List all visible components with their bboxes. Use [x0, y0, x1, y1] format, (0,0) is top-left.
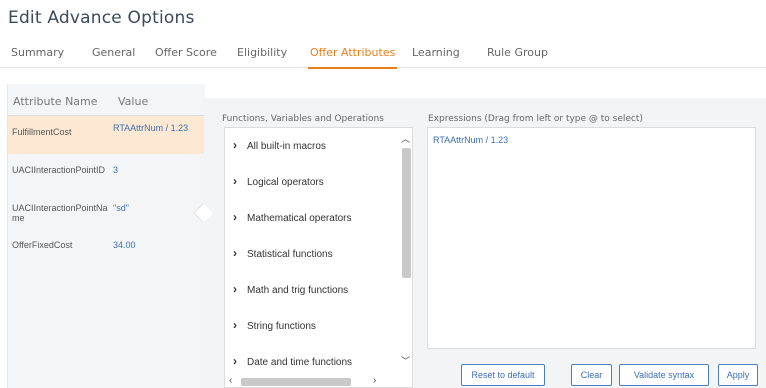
horizontal-scrollbar[interactable]: ‹ › [225, 374, 398, 387]
expressions-label: Expressions (Drag from left or type @ to… [428, 114, 643, 124]
attribute-name: OfferFixedCost [12, 240, 73, 250]
expression-value: RTAAttrNum / 1.23 [433, 135, 509, 145]
attribute-panel: Attribute Name Value FulfillmentCost RTA… [7, 84, 205, 388]
tab-learning[interactable]: Learning [412, 46, 460, 59]
functions-list: › All built-in macros › Logical operators … [224, 127, 413, 388]
chevron-right-icon: › [233, 174, 237, 188]
chevron-right-icon: › [233, 282, 237, 296]
expression-editor-panel: Functions, Variables and Operations Expr… [204, 98, 766, 388]
attribute-value: RTAAttrNum / 1.23 [113, 123, 189, 133]
value-column-header: Value [118, 95, 149, 108]
chevron-right-icon: › [233, 138, 237, 152]
tab-summary[interactable]: Summary [11, 46, 64, 59]
vertical-scrollbar[interactable]: ︿ ﹀ [398, 128, 412, 374]
chevron-right-icon: › [233, 318, 237, 332]
validate-syntax-button[interactable]: Validate syntax [619, 364, 709, 386]
attribute-row-fulfillmentcost[interactable]: FulfillmentCost RTAAttrNum / 1.23 [8, 116, 205, 154]
clear-button[interactable]: Clear [571, 364, 612, 386]
tab-rule-group[interactable]: Rule Group [487, 46, 548, 59]
page-title: Edit Advance Options [8, 8, 195, 28]
attribute-name-column-header: Attribute Name [13, 95, 98, 108]
chevron-right-icon[interactable]: › [373, 375, 376, 386]
tab-bar: Summary General Offer Score Eligibility … [0, 38, 766, 69]
chevron-right-icon: › [233, 354, 237, 368]
reset-to-default-button[interactable]: Reset to default [461, 364, 545, 386]
tab-general[interactable]: General [92, 46, 135, 59]
apply-button[interactable]: Apply [718, 364, 758, 386]
attribute-value: 3 [113, 165, 119, 175]
functions-label: Functions, Variables and Operations [222, 114, 384, 124]
function-category-logical-operators[interactable]: › Logical operators [233, 174, 324, 188]
chevron-down-icon[interactable]: ﹀ [401, 354, 410, 367]
function-category-date-and-time-functions[interactable]: › Date and time functions [233, 354, 352, 368]
attribute-name: UACIInteractionPointID [12, 165, 106, 175]
attribute-row-offerfixedcost[interactable]: OfferFixedCost 34.00 [8, 232, 205, 260]
horizontal-scroll-thumb[interactable] [241, 378, 351, 386]
attribute-name: UACIInteractionPointName [12, 203, 108, 223]
attribute-name: FulfillmentCost [12, 127, 72, 137]
chevron-left-icon[interactable]: ‹ [229, 375, 232, 386]
expression-textarea[interactable]: RTAAttrNum / 1.23 [427, 127, 756, 349]
chevron-right-icon: › [233, 210, 237, 224]
tab-eligibility[interactable]: Eligibility [237, 46, 287, 59]
attribute-row-uaciinteractionpointname[interactable]: UACIInteractionPointName "sd" [8, 194, 205, 232]
function-category-statistical-functions[interactable]: › Statistical functions [233, 246, 333, 260]
vertical-scroll-thumb[interactable] [402, 148, 411, 278]
tab-offer-attributes[interactable]: Offer Attributes [307, 46, 398, 69]
function-category-string-functions[interactable]: › String functions [233, 318, 316, 332]
chevron-up-icon[interactable]: ︿ [401, 132, 410, 145]
function-category-mathematical-operators[interactable]: › Mathematical operators [233, 210, 352, 224]
attribute-row-uaciinteractionpointid[interactable]: UACIInteractionPointID 3 [8, 156, 205, 194]
attribute-value: "sd" [113, 203, 129, 213]
tab-offer-score[interactable]: Offer Score [155, 46, 217, 59]
chevron-right-icon: › [233, 246, 237, 260]
attribute-value: 34.00 [113, 240, 136, 250]
function-category-all-built-in-macros[interactable]: › All built-in macros [233, 138, 326, 152]
function-category-math-and-trig-functions[interactable]: › Math and trig functions [233, 282, 348, 296]
attribute-table-header: Attribute Name Value [8, 84, 205, 116]
